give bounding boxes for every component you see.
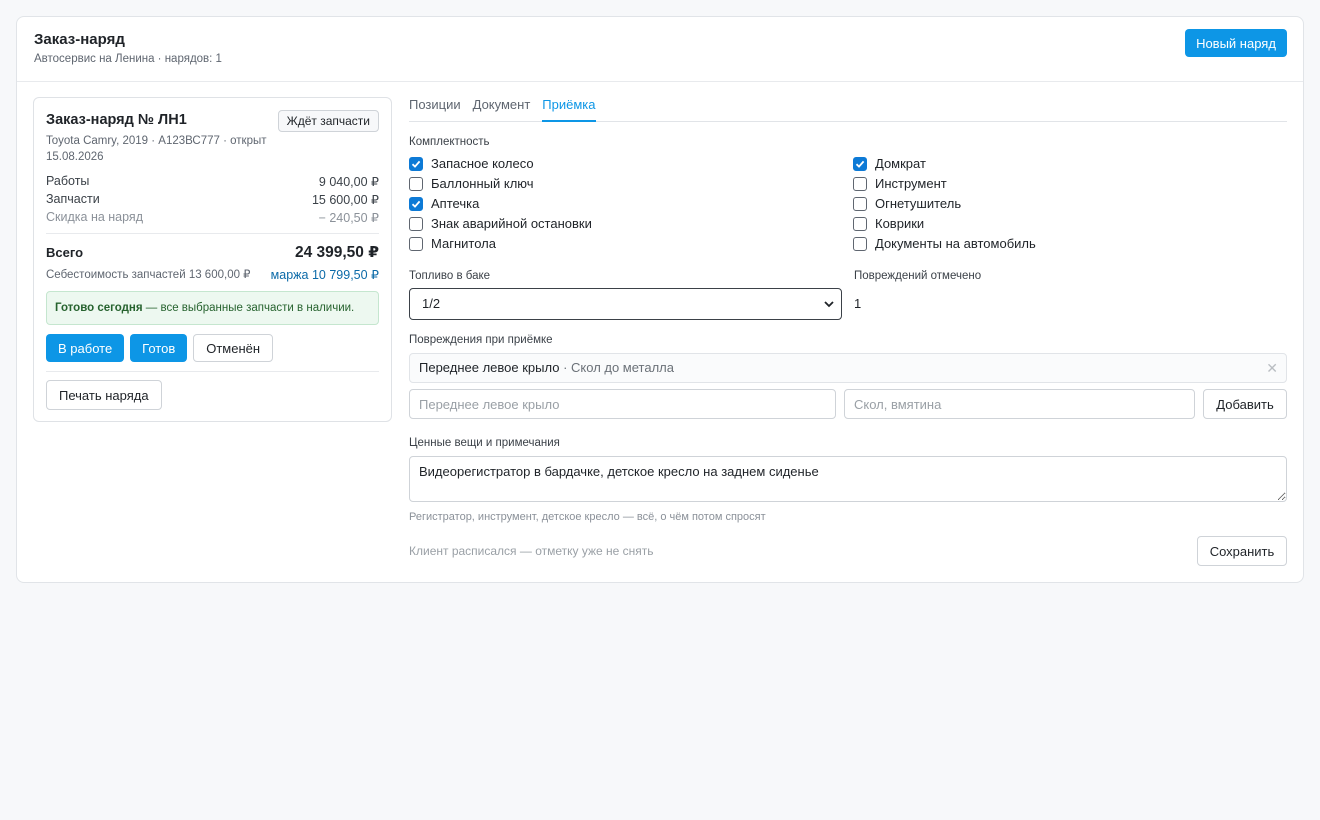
checkbox[interactable] [409, 156, 423, 171]
tab-intake[interactable]: Приёмка [542, 97, 596, 122]
add-damage-button[interactable]: Добавить [1203, 389, 1287, 419]
checklist-item-label: Запасное колесо [431, 156, 534, 171]
damage-count-label: Повреждений отмечено [854, 270, 982, 282]
checklist-item-label: Документы на автомобиль [875, 236, 1036, 251]
fuel-label: Топливо в баке [409, 270, 491, 282]
checklist-item-label: Инструмент [875, 176, 947, 191]
parts-value: 15 600,00 ₽ [311, 193, 379, 207]
chevron-down-icon [824, 301, 834, 308]
margin-value: маржа 10 799,50 ₽ [270, 268, 379, 282]
discount-row: Скидка на наряд − 240,50 ₽ [46, 210, 379, 225]
notice-bold: Готово сегодня [55, 302, 143, 314]
checklist-item[interactable]: Магнитола [409, 236, 496, 251]
checklist-item[interactable]: Огнетушитель [853, 196, 961, 211]
parts-row: Запчасти 15 600,00 ₽ [46, 192, 379, 207]
notes-hint: Регистратор, инструмент, детское кресло … [409, 511, 766, 523]
checklist-item[interactable]: Запасное колесо [409, 156, 534, 171]
page-header: Заказ-наряд Автосервис на Ленина · наряд… [17, 17, 1303, 82]
checkbox[interactable] [853, 216, 867, 231]
page-title: Заказ-наряд [34, 31, 125, 48]
damage-desc: · Скол до металла [559, 360, 674, 375]
damage-desc-input[interactable] [844, 389, 1195, 419]
checklist-item[interactable]: Аптечка [409, 196, 479, 211]
checklist-item[interactable]: Баллонный ключ [409, 176, 534, 191]
checklist-item-label: Знак аварийной остановки [431, 216, 592, 231]
works-label: Работы [46, 174, 90, 188]
completeness-label: Комплектность [409, 136, 490, 148]
checkbox[interactable] [409, 216, 423, 231]
discount-label: Скидка на наряд [46, 210, 143, 224]
checkbox[interactable] [853, 176, 867, 191]
divider [46, 233, 379, 234]
tab-positions[interactable]: Позиции [409, 97, 461, 122]
damage-count: 1 [854, 296, 862, 311]
status-in-progress-button[interactable]: В работе [46, 334, 125, 362]
checkbox[interactable] [853, 156, 867, 171]
damage-item: Переднее левое крыло · Скол до металла ✕ [409, 353, 1287, 383]
checklist-item[interactable]: Инструмент [853, 176, 947, 191]
checklist-item-label: Домкрат [875, 156, 926, 171]
status-badge[interactable]: Ждёт запчасти [277, 110, 379, 132]
total-value: 24 399,50 ₽ [294, 244, 379, 261]
discount-value: − 240,50 ₽ [318, 211, 379, 225]
vehicle-meta: Toyota Camry, 2019 · А123ВС777 · открыт … [46, 135, 267, 163]
checklist-item-label: Баллонный ключ [431, 176, 534, 191]
notes-textarea[interactable]: Видеорегистратор в бардачке, детское кре… [409, 456, 1287, 502]
parts-cost: Себестоимость запчастей 13 600,00 ₽ [46, 269, 251, 281]
status-ready-button[interactable]: Готов [130, 334, 188, 362]
checklist-item[interactable]: Знак аварийной остановки [409, 216, 592, 231]
tab-bar: Позиции Документ Приёмка [409, 97, 1287, 122]
checklist-item-label: Аптечка [431, 196, 480, 211]
fuel-select[interactable]: 1/2 [409, 288, 842, 320]
tab-document[interactable]: Документ [473, 97, 531, 122]
order-summary-card: Заказ-наряд № ЛН1 Ждёт запчасти Toyota C… [33, 97, 392, 422]
checkbox[interactable] [409, 176, 423, 191]
checkbox[interactable] [853, 196, 867, 211]
notes-label: Ценные вещи и примечания [409, 437, 560, 449]
signed-hint: Клиент расписался — отметку уже не снять [409, 544, 654, 558]
order-number: Заказ-наряд № ЛН1 [46, 112, 187, 128]
total-label: Всего [46, 245, 84, 260]
print-order-button[interactable]: Печать наряда [46, 380, 162, 410]
check-icon [411, 200, 421, 208]
checklist-item[interactable]: Домкрат [853, 156, 926, 171]
status-buttons: В работе Готов Отменён [46, 334, 274, 362]
damage-part-input[interactable] [409, 389, 836, 419]
damages-label: Повреждения при приёмке [409, 334, 553, 346]
close-icon[interactable]: ✕ [1266, 354, 1278, 382]
status-cancelled-button[interactable]: Отменён [193, 334, 274, 362]
total-row: Всего 24 399,50 ₽ [46, 243, 379, 262]
new-order-button[interactable]: Новый наряд [1185, 29, 1287, 57]
checkbox[interactable] [409, 196, 423, 211]
checkbox[interactable] [409, 236, 423, 251]
divider [46, 371, 379, 372]
checklist-item-label: Магнитола [431, 236, 496, 251]
works-value: 9 040,00 ₽ [318, 175, 379, 189]
checklist-item-label: Огнетушитель [875, 196, 962, 211]
checkbox[interactable] [853, 236, 867, 251]
parts-label: Запчасти [46, 192, 100, 206]
checklist-item[interactable]: Коврики [853, 216, 924, 231]
checklist-item[interactable]: Документы на автомобиль [853, 236, 1036, 251]
damage-part: Переднее левое крыло [419, 360, 560, 375]
availability-notice: Готово сегодня — все выбранные запчасти … [46, 291, 379, 325]
checklist-item-label: Коврики [875, 216, 925, 231]
works-row: Работы 9 040,00 ₽ [46, 174, 379, 189]
notice-text: — все выбранные запчасти в наличии. [142, 302, 355, 314]
check-icon [411, 160, 421, 168]
check-icon [855, 160, 865, 168]
cost-row: Себестоимость запчастей 13 600,00 ₽ марж… [46, 267, 379, 282]
fuel-value: 1/2 [422, 296, 441, 311]
save-button[interactable]: Сохранить [1197, 536, 1287, 566]
page-subtitle: Автосервис на Ленина · нарядов: 1 [34, 53, 222, 65]
